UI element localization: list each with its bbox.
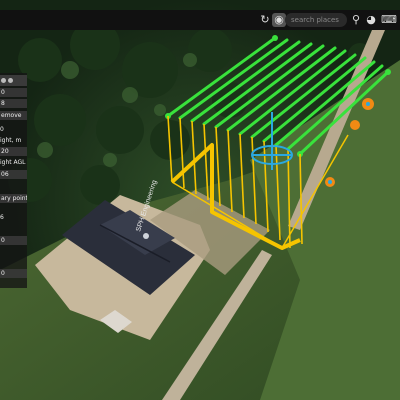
search-icon[interactable]: ⚲ (349, 13, 363, 27)
keyboard-icon[interactable]: ⌨ (380, 13, 398, 27)
camera-icon[interactable]: ◉ (272, 13, 286, 27)
panel-label: ight, m (0, 137, 22, 144)
panel-field[interactable]: 0 (0, 88, 27, 97)
agl-field[interactable]: 06 (0, 170, 27, 179)
panel-field[interactable]: 0 (0, 269, 27, 278)
panel-value: 0 (0, 126, 4, 133)
panel-label: ight AGL (0, 159, 26, 166)
panel-value: 6 (0, 214, 4, 221)
roof-vent (143, 233, 149, 239)
mission-settings-panel: 0 8 emove 0 ight, m 20 ight AGL 06 ary p… (0, 73, 27, 288)
panel-field[interactable]: 0 (0, 236, 27, 245)
altitude-field[interactable]: 20 (0, 147, 27, 156)
remove-button[interactable]: emove (0, 111, 27, 120)
panel-header (0, 75, 27, 86)
top-toolbar: ↻ ◉ search places ⚲ ◕ ⌨ (0, 10, 400, 30)
entry-point-select[interactable]: ary point (0, 194, 27, 203)
panel-field[interactable]: 8 (0, 99, 27, 108)
globe-icon[interactable]: ◕ (364, 13, 378, 27)
search-input[interactable]: search places (285, 13, 347, 27)
rotate-icon[interactable]: ↻ (258, 13, 272, 27)
satellite-map[interactable]: SPH Engineering (0, 0, 400, 400)
